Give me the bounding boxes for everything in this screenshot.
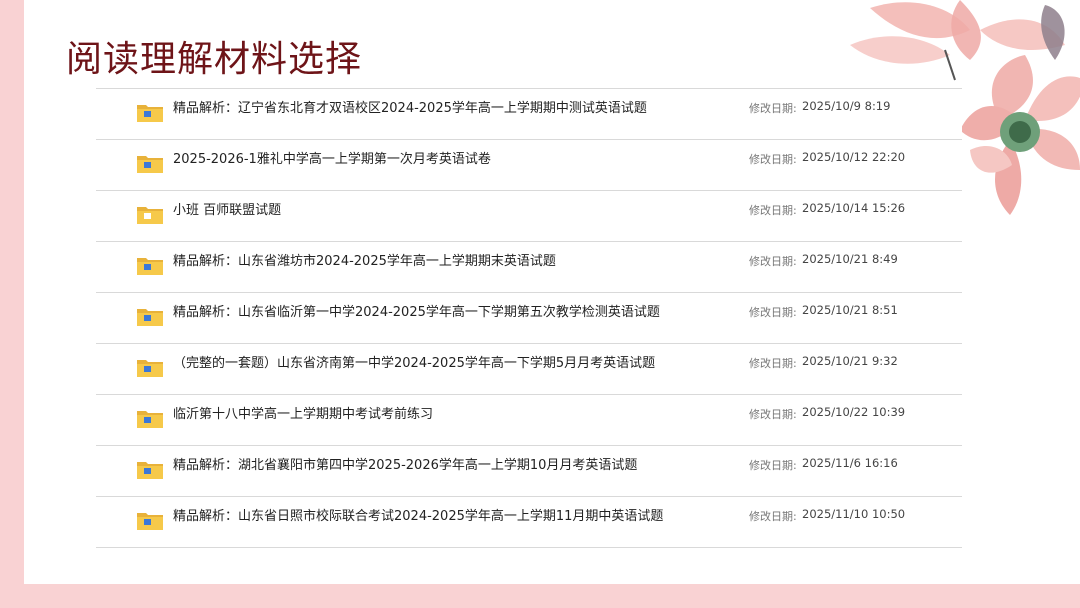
file-name: 精品解析：山东省潍坊市2024-2025学年高一上学期期末英语试题	[173, 254, 556, 269]
modified-date: 2025/10/21 9:32	[802, 354, 898, 368]
file-row[interactable]: （完整的一套题）山东省济南第一中学2024-2025学年高一下学期5月月考英语试…	[96, 344, 962, 395]
file-row[interactable]: 精品解析：辽宁省东北育才双语校区2024-2025学年高一上学期期中测试英语试题…	[96, 88, 962, 140]
file-name: 2025-2026-1雅礼中学高一上学期第一次月考英语试卷	[173, 152, 491, 167]
file-name: 临沂第十八中学高一上学期期中考试考前练习	[173, 407, 434, 422]
modified-date-label: 修改日期:	[749, 408, 797, 421]
modified-date: 2025/10/21 8:51	[802, 303, 898, 317]
file-name: 精品解析：辽宁省东北育才双语校区2024-2025学年高一上学期期中测试英语试题	[173, 101, 647, 116]
file-name: （完整的一套题）山东省济南第一中学2024-2025学年高一下学期5月月考英语试…	[173, 356, 656, 371]
file-row[interactable]: 精品解析：山东省临沂第一中学2024-2025学年高一下学期第五次教学检测英语试…	[96, 293, 962, 344]
folder-with-doc-icon	[137, 513, 163, 530]
modified-date: 2025/10/22 10:39	[802, 405, 906, 419]
file-name: 精品解析：山东省日照市校际联合考试2024-2025学年高一上学期11月期中英语…	[173, 509, 664, 524]
modified-date: 2025/10/12 22:20	[802, 150, 906, 164]
file-list: 精品解析：辽宁省东北育才双语校区2024-2025学年高一上学期期中测试英语试题…	[96, 88, 962, 548]
modified-date-label: 修改日期:	[749, 306, 797, 319]
file-row[interactable]: 精品解析：湖北省襄阳市第四中学2025-2026学年高一上学期10月月考英语试题…	[96, 446, 962, 497]
file-row[interactable]: 精品解析：山东省日照市校际联合考试2024-2025学年高一上学期11月期中英语…	[96, 497, 962, 548]
modified-date: 2025/10/9 8:19	[802, 99, 891, 113]
file-row[interactable]: 精品解析：山东省潍坊市2024-2025学年高一上学期期末英语试题 修改日期: …	[96, 242, 962, 293]
modified-date: 2025/11/6 16:16	[802, 456, 898, 470]
file-name: 精品解析：山东省临沂第一中学2024-2025学年高一下学期第五次教学检测英语试…	[173, 305, 660, 320]
file-row[interactable]: 小班 百师联盟试题 修改日期: 2025/10/14 15:26	[96, 191, 962, 242]
modified-date: 2025/11/10 10:50	[802, 507, 906, 521]
modified-date: 2025/10/21 8:49	[802, 252, 898, 266]
folder-with-doc-icon	[137, 105, 163, 122]
folder-with-doc-icon	[137, 360, 163, 377]
file-row[interactable]: 2025-2026-1雅礼中学高一上学期第一次月考英语试卷 修改日期: 2025…	[96, 140, 962, 191]
folder-icon	[137, 207, 163, 224]
file-name: 精品解析：湖北省襄阳市第四中学2025-2026学年高一上学期10月月考英语试题	[173, 458, 638, 473]
folder-with-doc-icon	[137, 411, 163, 428]
file-row[interactable]: 临沂第十八中学高一上学期期中考试考前练习 修改日期: 2025/10/22 10…	[96, 395, 962, 446]
folder-with-doc-icon	[137, 462, 163, 479]
modified-date-label: 修改日期:	[749, 204, 797, 217]
folder-with-doc-icon	[137, 156, 163, 173]
modified-date: 2025/10/14 15:26	[802, 201, 906, 215]
folder-with-doc-icon	[137, 258, 163, 275]
modified-date-label: 修改日期:	[749, 357, 797, 370]
modified-date-label: 修改日期:	[749, 510, 797, 523]
modified-date-label: 修改日期:	[749, 255, 797, 268]
file-name: 小班 百师联盟试题	[173, 203, 282, 218]
modified-date-label: 修改日期:	[749, 102, 797, 115]
modified-date-label: 修改日期:	[749, 153, 797, 166]
folder-with-doc-icon	[137, 309, 163, 326]
modified-date-label: 修改日期:	[749, 459, 797, 472]
page-title: 阅读理解材料选择	[66, 39, 363, 80]
